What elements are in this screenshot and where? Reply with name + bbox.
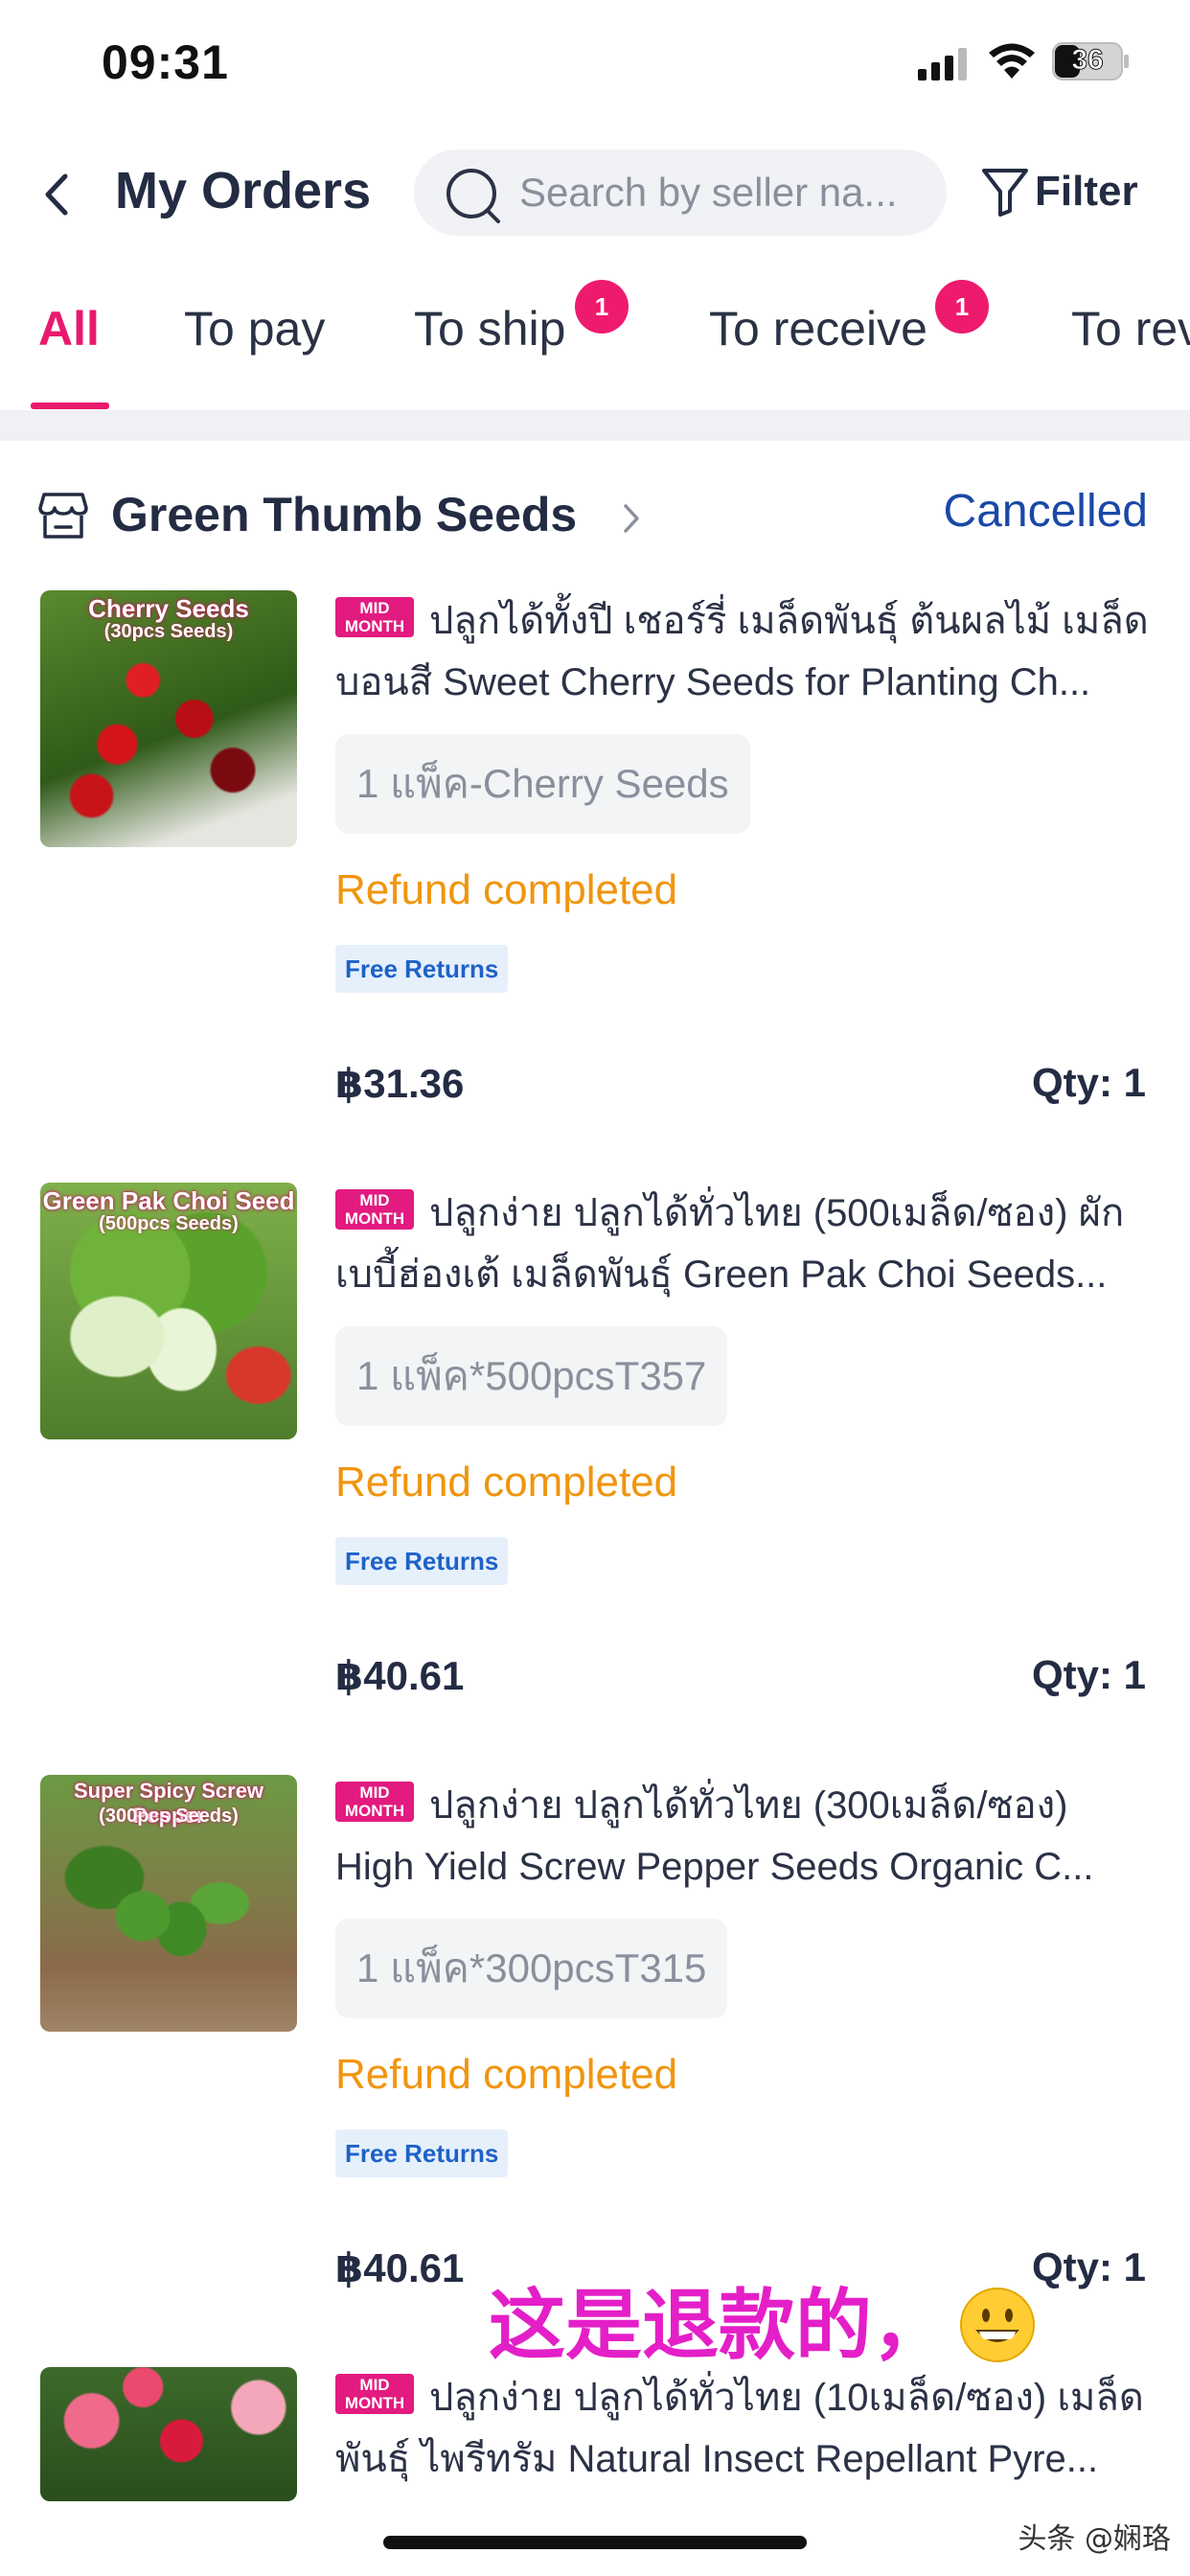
overlay-annotation: 这是退款的， [489,2264,1037,2375]
product-title-line-1[interactable]: MID MONTH ปลูกง่าย ปลูกได้ทั่วไทย (300เมล็… [335,1775,1152,1836]
active-tab-indicator [31,402,109,409]
free-returns-tag: Free Returns [335,945,509,993]
to-receive-count-badge: 1 [935,280,989,334]
free-returns-tag: Free Returns [335,1537,509,1585]
thumbnail-subcaption: (30pcs Seeds) [103,621,234,642]
product-title-line-1[interactable]: MID MONTH ปลูกง่าย ปลูกได้ทั่วไทย (10เมล็ด… [335,2367,1152,2428]
product-title-text: ปลูกได้ทั้งปี เชอร์รี่ เมล็ดพันธุ์ ต้นผล… [429,600,1149,642]
item-quantity: Qty: 1 [1031,1060,1146,1105]
mid-month-badge: MID MONTH [335,2374,414,2415]
tab-to-pay[interactable]: To pay [184,301,325,356]
order-item[interactable]: Super Spicy Screw Pepper (300pcs Seeds) … [0,1775,1190,2312]
section-divider [0,410,1190,441]
chevron-right-icon[interactable] [621,502,642,535]
page-title: My Orders [115,162,372,219]
thumbnail-subcaption: (300pcs Seeds) [99,1806,239,1827]
filter-label: Filter [1035,168,1138,215]
product-title-text: ปลูกง่าย ปลูกได้ทั่วไทย (10เมล็ด/ซอง) เม… [429,2377,1144,2419]
wifi-icon [989,43,1035,79]
thumbnail-caption: Green Pak Choi Seed [42,1186,295,1215]
search-box[interactable] [414,150,947,236]
tab-to-ship[interactable]: To ship [414,301,565,356]
search-icon [446,169,500,223]
battery-level: 36 [1071,44,1104,77]
product-title-text: ปลูกง่าย ปลูกได้ทั่วไทย (500เมล็ด/ซอง) ผ… [429,1192,1125,1234]
home-indicator[interactable] [383,2536,807,2549]
item-quantity: Qty: 1 [1031,1652,1146,1697]
thumbnail-caption: Cherry Seeds [88,594,249,623]
product-title-line-2[interactable]: High Yield Screw Pepper Seeds Organic C.… [335,1836,1152,1898]
order-item[interactable]: MID MONTH ปลูกง่าย ปลูกได้ทั่วไทย (10เมล็ด… [0,2367,1190,2501]
product-title-line-2[interactable]: บอนสี Sweet Cherry Seeds for Planting Ch… [335,652,1152,713]
refund-status: Refund completed [335,866,678,913]
grinning-face-emoji-icon [960,2288,1035,2363]
mid-month-badge: MID MONTH [335,597,414,638]
product-title-line-1[interactable]: MID MONTH ปลูกง่าย ปลูกได้ทั่วไทย (500เมล็… [335,1183,1152,1244]
order-item[interactable]: Cherry Seeds (30pcs Seeds) MID MONTH ปลูกไ… [0,590,1190,1127]
filter-button[interactable]: Filter [981,155,1138,228]
item-price: ฿31.36 [335,1061,465,1106]
search-input[interactable] [519,150,922,236]
product-thumbnail[interactable]: Super Spicy Screw Pepper (300pcs Seeds) [40,1775,297,2032]
variant-chip: 1 แพ็ค*300pcsT315 [335,1919,728,2018]
status-bar: 09:31 36 [0,0,1190,134]
to-ship-count-badge: 1 [575,280,629,334]
order-status-label: Cancelled [943,486,1148,537]
cellular-signal-icon [918,48,967,80]
store-name[interactable]: Green Thumb Seeds [111,487,577,542]
back-arrow-icon[interactable] [38,171,77,218]
tab-all[interactable]: All [38,301,100,356]
product-thumbnail[interactable]: Cherry Seeds (30pcs Seeds) [40,590,297,847]
order-status-tabs: All To pay To ship 1 To receive 1 To rev [0,278,1190,412]
header: My Orders Filter [0,144,1190,240]
watermark: 头条 @娴珞 [1018,2522,1171,2556]
product-title-line-2[interactable]: เบบี้ฮ่องเต้ เมล็ดพันธุ์ Green Pak Choi … [335,1244,1152,1305]
refund-status: Refund completed [335,2051,678,2098]
mid-month-badge: MID MONTH [335,1782,414,1823]
store-header[interactable]: Green Thumb Seeds Cancelled [0,470,1190,562]
battery-icon: 36 [1052,42,1131,80]
filter-funnel-icon [982,169,1028,217]
tab-to-receive[interactable]: To receive [709,301,927,356]
order-item[interactable]: Green Pak Choi Seed (500pcs Seeds) MID MO… [0,1183,1190,1719]
item-quantity: Qty: 1 [1031,2244,1146,2289]
tab-to-review[interactable]: To rev [1071,301,1190,356]
item-price: ฿40.61 [335,1653,465,1698]
item-price: ฿40.61 [335,2245,465,2290]
refund-status: Refund completed [335,1459,678,1506]
variant-chip: 1 แพ็ค*500pcsT357 [335,1326,728,1426]
product-title-line-2[interactable]: พันธุ์ ไพรีทรัม Natural Insect Repellant… [335,2428,1152,2490]
product-title-line-1[interactable]: MID MONTH ปลูกได้ทั้งปี เชอร์รี่ เมล็ดพันธ… [335,590,1152,652]
product-thumbnail[interactable]: Green Pak Choi Seed (500pcs Seeds) [40,1183,297,1439]
thumbnail-subcaption: (500pcs Seeds) [99,1213,239,1234]
annotation-text: 这是退款的， [489,2281,949,2370]
mid-month-badge: MID MONTH [335,1189,414,1230]
variant-chip: 1 แพ็ค-Cherry Seeds [335,734,750,834]
store-icon [38,493,88,539]
product-title-text: ปลูกง่าย ปลูกได้ทั่วไทย (300เมล็ด/ซอง) [429,1784,1068,1827]
free-returns-tag: Free Returns [335,2129,509,2177]
product-thumbnail[interactable] [40,2367,297,2501]
status-time: 09:31 [102,35,229,89]
